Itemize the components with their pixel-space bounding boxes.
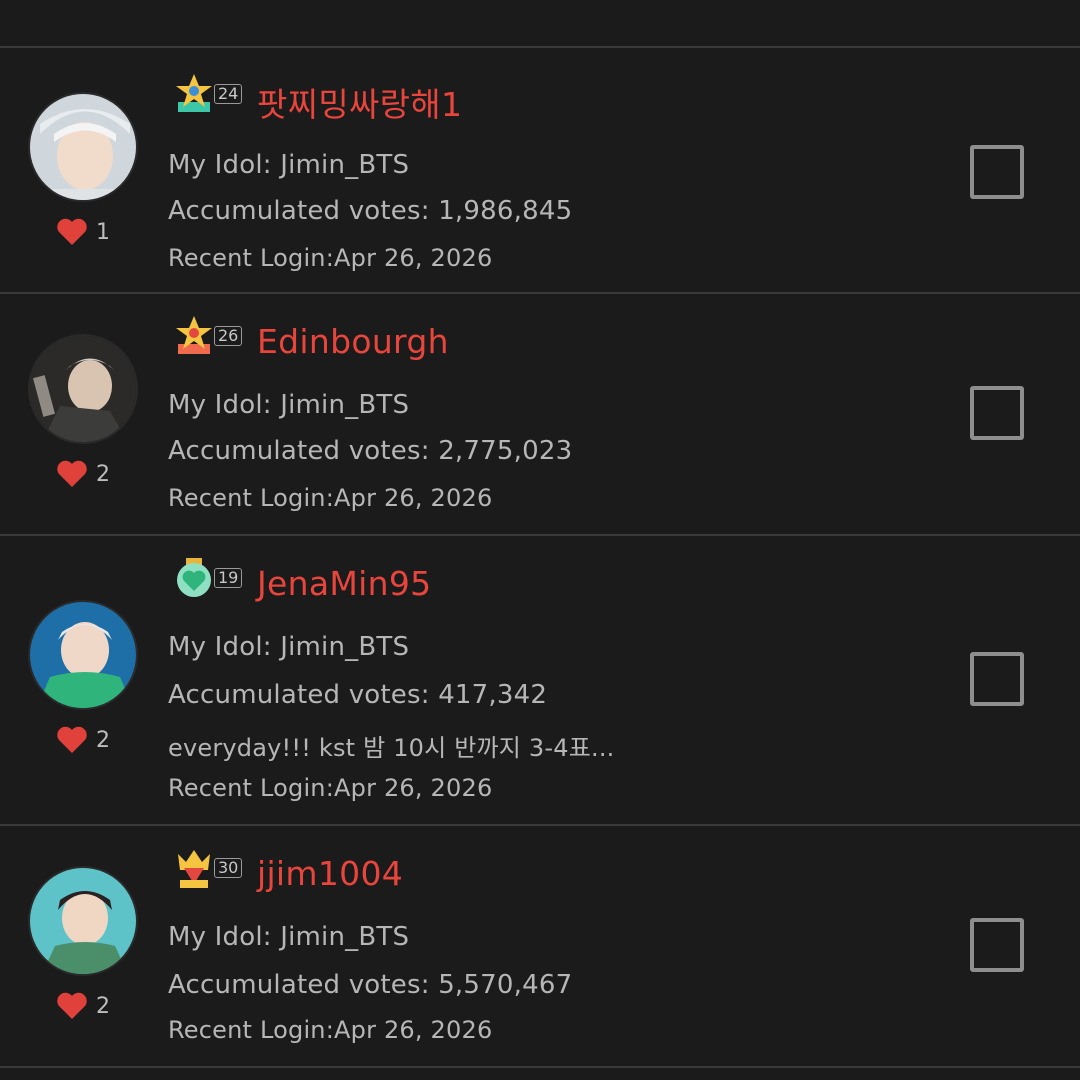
votes-value: 2,775,023 [438,436,573,466]
idol-label: My Idol: [168,390,281,420]
login-label: Recent Login: [168,244,335,272]
login-value: Apr 26, 2026 [334,774,493,802]
login-label: Recent Login: [168,774,335,802]
idol-line: My Idol: Jimin_BTS [168,390,409,420]
idol-label: My Idol: [168,632,281,662]
username[interactable]: jjim1004 [257,854,403,893]
level-number: 26 [214,326,243,346]
login-value: Apr 26, 2026 [334,1016,493,1044]
star-trophy-icon [176,74,212,112]
user-row[interactable]: 1 24 팟찌밍싸랑해1 My Idol: Jimin_BTS Accumula… [0,48,1080,294]
idol-line: My Idol: Jimin_BTS [168,632,409,662]
heart-medal-icon [177,558,211,597]
level-number: 30 [214,858,243,878]
idol-line: My Idol: Jimin_BTS [168,150,409,180]
status-message: everyday!!! kst 밤 10시 반까지 3-4표... [168,734,615,762]
level-badge: 26 [172,314,243,358]
votes-value: 417,342 [438,680,548,710]
avatar[interactable] [28,334,138,444]
select-checkbox[interactable] [970,386,1024,440]
votes-label: Accumulated votes: [168,196,439,226]
likes-count[interactable]: 1 [56,218,110,246]
user-row[interactable]: 2 30 jjim1004 My Idol: Jimin_BTS Accumul… [0,826,1080,1068]
votes-label: Accumulated votes: [168,436,439,466]
select-checkbox[interactable] [970,918,1024,972]
votes-line: Accumulated votes: 5,570,467 [168,970,572,1000]
login-line: Recent Login:Apr 26, 2026 [168,484,492,512]
login-label: Recent Login: [168,1016,335,1044]
idol-label: My Idol: [168,922,281,952]
select-checkbox[interactable] [970,145,1024,199]
idol-value: Jimin_BTS [280,390,410,420]
heart-icon [57,218,87,245]
heart-icon [57,726,87,753]
likes-count[interactable]: 2 [56,726,110,754]
level-badge: 30 [172,846,243,890]
login-label: Recent Login: [168,484,335,512]
likes-number: 2 [96,727,110,753]
votes-label: Accumulated votes: [168,970,439,1000]
username[interactable]: Edinbourgh [257,322,449,361]
username[interactable]: 팟찌밍싸랑해1 [257,78,462,126]
login-line: Recent Login:Apr 26, 2026 [168,1016,492,1044]
level-badge: 24 [172,72,243,116]
votes-value: 5,570,467 [438,970,573,1000]
idol-value: Jimin_BTS [280,150,410,180]
avatar[interactable] [28,600,138,710]
avatar[interactable] [28,92,138,202]
idol-line: My Idol: Jimin_BTS [168,922,409,952]
votes-label: Accumulated votes: [168,680,439,710]
likes-number: 1 [96,219,110,245]
avatar[interactable] [28,866,138,976]
login-line: Recent Login:Apr 26, 2026 [168,774,492,802]
likes-number: 2 [96,993,110,1019]
likes-number: 2 [96,461,110,487]
idol-value: Jimin_BTS [280,922,410,952]
level-number: 19 [214,568,243,588]
likes-count[interactable]: 2 [56,460,110,488]
idol-value: Jimin_BTS [280,632,410,662]
votes-line: Accumulated votes: 2,775,023 [168,436,572,466]
user-row[interactable]: 2 26 Edinbourgh My Idol: Jimin_BTS Accum… [0,294,1080,536]
user-row[interactable]: 2 19 JenaMin95 My Idol: Jimin_BTS Accumu… [0,536,1080,826]
star-trophy-icon [176,316,212,354]
heart-icon [57,992,87,1019]
level-badge: 19 [172,556,243,600]
login-value: Apr 26, 2026 [334,244,493,272]
level-number: 24 [214,84,243,104]
login-value: Apr 26, 2026 [334,484,493,512]
idol-label: My Idol: [168,150,281,180]
username[interactable]: JenaMin95 [257,564,431,603]
heart-icon [57,460,87,487]
top-divider [0,0,1080,48]
votes-value: 1,986,845 [438,196,573,226]
crown-gem-icon [178,850,210,888]
login-line: Recent Login:Apr 26, 2026 [168,244,492,272]
select-checkbox[interactable] [970,652,1024,706]
votes-line: Accumulated votes: 1,986,845 [168,196,572,226]
likes-count[interactable]: 2 [56,992,110,1020]
votes-line: Accumulated votes: 417,342 [168,680,547,710]
